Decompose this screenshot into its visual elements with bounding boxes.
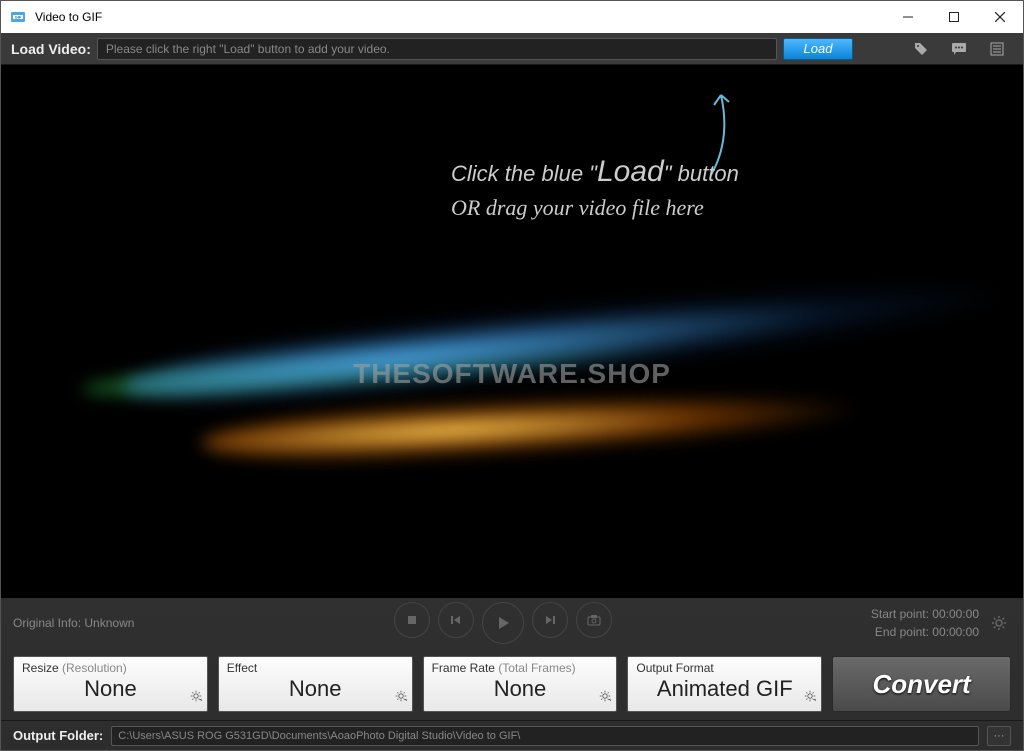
output-format-label: Output Format bbox=[636, 661, 813, 675]
original-info: Original Info: Unknown bbox=[13, 616, 134, 630]
window-title: Video to GIF bbox=[35, 10, 102, 24]
time-settings-icon[interactable] bbox=[987, 611, 1011, 635]
instruction-text-2: OR drag your video file here bbox=[451, 195, 704, 221]
play-button[interactable] bbox=[482, 602, 524, 644]
resize-card[interactable]: Resize (Resolution) None bbox=[13, 656, 208, 712]
instruction-text-1: Click the blue "Load" button bbox=[451, 155, 739, 189]
close-button[interactable] bbox=[977, 1, 1023, 33]
video-preview[interactable]: Click the blue "Load" button OR drag you… bbox=[1, 65, 1023, 598]
video-path-placeholder: Please click the right "Load" button to … bbox=[106, 42, 390, 56]
load-button[interactable]: Load bbox=[783, 38, 853, 60]
tag-icon[interactable] bbox=[905, 37, 937, 61]
svg-text:GIF: GIF bbox=[15, 15, 22, 20]
output-bar: Output Folder: C:\Users\ASUS ROG G531GD\… bbox=[1, 720, 1023, 750]
snapshot-button[interactable] bbox=[576, 602, 612, 638]
prev-frame-button[interactable] bbox=[438, 602, 474, 638]
app-icon: GIF bbox=[9, 8, 27, 26]
stop-button[interactable] bbox=[394, 602, 430, 638]
time-points: Start point: 00:00:00 End point: 00:00:0… bbox=[871, 605, 979, 641]
load-video-label: Load Video: bbox=[11, 41, 91, 57]
list-icon[interactable] bbox=[981, 37, 1013, 61]
effect-label: Effect bbox=[227, 661, 404, 675]
effect-card[interactable]: Effect None bbox=[218, 656, 413, 712]
browse-folder-button[interactable]: ··· bbox=[987, 726, 1011, 746]
gear-icon bbox=[394, 689, 408, 708]
comment-icon[interactable] bbox=[943, 37, 975, 61]
output-folder-label: Output Folder: bbox=[13, 728, 103, 743]
app-body: Load Video: Please click the right "Load… bbox=[1, 33, 1023, 750]
playback-bar: Original Info: Unknown Start point: 00:0… bbox=[1, 598, 1023, 648]
video-path-input[interactable]: Please click the right "Load" button to … bbox=[97, 38, 777, 60]
minimize-button[interactable] bbox=[885, 1, 931, 33]
output-folder-path[interactable]: C:\Users\ASUS ROG G531GD\Documents\AoaoP… bbox=[111, 726, 979, 746]
app-window: GIF Video to GIF Load Video: Please clic… bbox=[0, 0, 1024, 751]
next-frame-button[interactable] bbox=[532, 602, 568, 638]
watermark-text: THESOFTWARE.SHOP bbox=[353, 358, 671, 390]
titlebar: GIF Video to GIF bbox=[1, 1, 1023, 33]
framerate-value: None bbox=[432, 677, 609, 701]
load-bar: Load Video: Please click the right "Load… bbox=[1, 33, 1023, 65]
gear-icon bbox=[189, 689, 203, 708]
gear-icon bbox=[803, 689, 817, 708]
settings-row: Resize (Resolution) None Effect None Fra… bbox=[1, 648, 1023, 720]
effect-value: None bbox=[227, 677, 404, 701]
output-format-value: Animated GIF bbox=[636, 677, 813, 701]
playback-controls bbox=[134, 602, 871, 644]
output-format-card[interactable]: Output Format Animated GIF bbox=[627, 656, 822, 712]
resize-value: None bbox=[22, 677, 199, 701]
framerate-label: Frame Rate (Total Frames) bbox=[432, 661, 609, 675]
framerate-card[interactable]: Frame Rate (Total Frames) None bbox=[423, 656, 618, 712]
convert-button[interactable]: Convert bbox=[832, 656, 1011, 712]
gear-icon bbox=[598, 689, 612, 708]
resize-label: Resize (Resolution) bbox=[22, 661, 199, 675]
maximize-button[interactable] bbox=[931, 1, 977, 33]
